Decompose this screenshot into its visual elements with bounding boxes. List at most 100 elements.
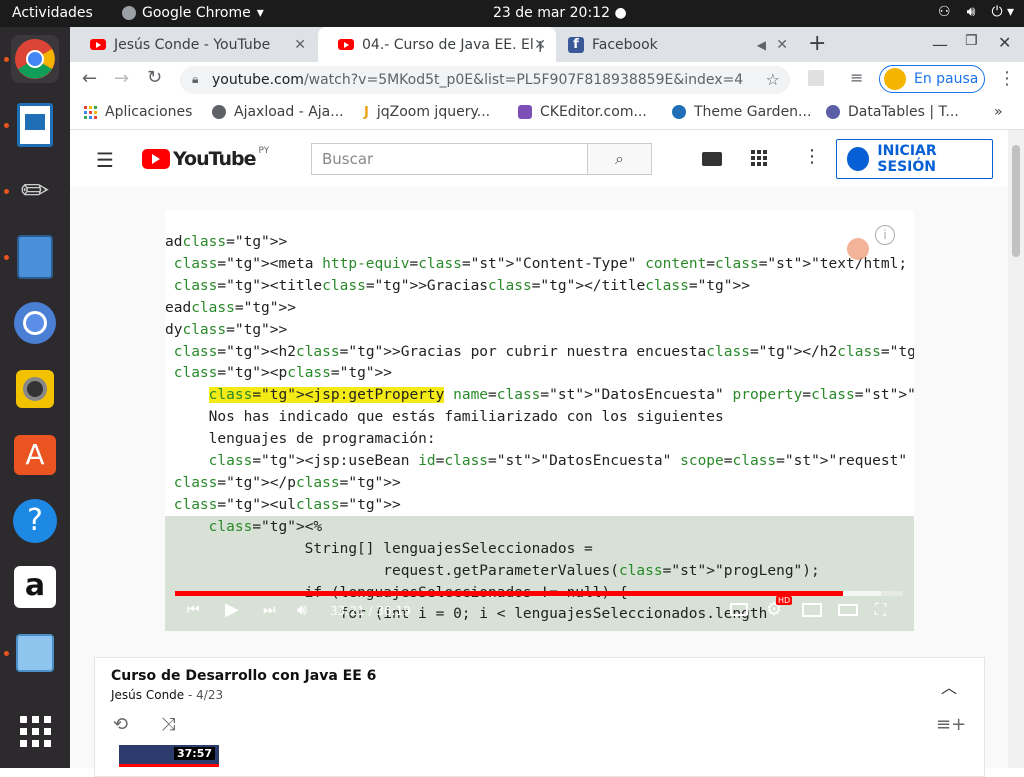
dock-virtualbox-icon[interactable] bbox=[11, 629, 59, 677]
code-line: class="tg"><ulclass="tg">> bbox=[173, 496, 401, 513]
tab-title: Facebook bbox=[592, 36, 658, 53]
bookmark-ajaxload[interactable]: Ajaxload - Aja... bbox=[212, 104, 344, 120]
back-icon[interactable]: ← bbox=[82, 68, 97, 89]
dock-help-icon[interactable]: ? bbox=[11, 497, 59, 545]
fullscreen-icon[interactable]: ⛶ bbox=[875, 600, 886, 620]
playlist-meta: Jesús Conde - 4/23 bbox=[111, 688, 224, 702]
network-icon: ⚇ bbox=[938, 4, 951, 20]
scrollbar-thumb[interactable] bbox=[1012, 145, 1020, 257]
previous-icon[interactable]: ⏮ bbox=[187, 602, 200, 618]
code-line: class="tg"><pclass="tg">> bbox=[173, 365, 392, 382]
bookmark-jqzoom[interactable]: JjqZoom jquery... bbox=[364, 104, 490, 120]
code-line: class="tg"><jsp:useBean id=class="st">"D… bbox=[208, 453, 914, 470]
code-line: class="tg"><titleclass="tg">>Graciasclas… bbox=[173, 277, 750, 294]
close-tab-icon[interactable]: ✕ bbox=[294, 37, 306, 53]
chrome-menu-icon[interactable]: ⋮ bbox=[998, 68, 1016, 89]
bookmark-datatables[interactable]: DataTables | T... bbox=[826, 104, 959, 120]
search-icon: ⌕ bbox=[615, 149, 624, 168]
hd-badge: HD bbox=[776, 596, 793, 605]
profile-button[interactable]: En pausa bbox=[879, 65, 985, 93]
dock-writer-icon[interactable] bbox=[11, 101, 59, 149]
tab-facebook[interactable]: f Facebook ◀︎ ✕ bbox=[558, 27, 798, 62]
create-video-icon[interactable] bbox=[702, 152, 722, 166]
play-icon[interactable]: ▶ bbox=[225, 599, 239, 620]
video-player[interactable]: adclass="tg">> class="tg"><meta http-equ… bbox=[165, 210, 914, 631]
page-scrollbar[interactable] bbox=[1008, 130, 1024, 768]
restore-icon[interactable]: ❐ bbox=[965, 33, 978, 49]
dock-files-icon[interactable] bbox=[11, 233, 59, 281]
tab-title: 04.- Curso de Java EE. El p bbox=[362, 36, 542, 53]
system-tray[interactable]: ⚇ 🔊︎ ⏻ ▾ bbox=[938, 4, 1014, 20]
url-host: youtube.com bbox=[212, 72, 304, 88]
tab-jesus-conde[interactable]: Jesús Conde - YouTube ✕ bbox=[70, 27, 316, 62]
code-line: String[] lenguajesSeleccionados = bbox=[165, 540, 593, 557]
youtube-favicon-icon bbox=[338, 39, 354, 50]
playlist-owner[interactable]: Jesús Conde bbox=[111, 688, 184, 702]
shuffle-icon[interactable]: ⤨ bbox=[161, 714, 175, 735]
globe-icon bbox=[212, 105, 226, 119]
playlist-position: 4/23 bbox=[196, 688, 224, 702]
close-tab-icon[interactable]: ✕ bbox=[534, 37, 546, 53]
signin-button[interactable]: INICIAR SESIÓN bbox=[836, 139, 993, 179]
activities-button[interactable]: Actividades bbox=[12, 5, 93, 21]
code-line: class="tg"><meta http-equiv=class="st">"… bbox=[173, 255, 914, 272]
bookmark-apps[interactable]: Aplicaciones bbox=[84, 104, 192, 120]
loop-icon[interactable]: ⟲ bbox=[113, 714, 128, 735]
dock-rhythmbox-icon[interactable] bbox=[11, 365, 59, 413]
settings-more-icon[interactable]: ⋮ bbox=[803, 146, 821, 167]
toolbar: ← → ↻ 🔒︎ youtube.com/watch?v=5MKod5t_p0E… bbox=[70, 62, 1024, 97]
app-menu[interactable]: Google Chrome ▾ bbox=[122, 5, 264, 21]
code-line: Nos has indicado que estás familiarizado… bbox=[165, 409, 724, 426]
collapse-chevron-icon[interactable]: ︿ bbox=[941, 674, 957, 698]
youtube-logo[interactable]: YouTube PY bbox=[142, 146, 269, 170]
close-tab-icon[interactable]: ✕ bbox=[776, 37, 788, 53]
apps-grid-icon[interactable] bbox=[751, 150, 767, 166]
subtitles-icon[interactable] bbox=[730, 603, 748, 616]
code-line: request.getParameterValues(class="st">"p… bbox=[165, 562, 820, 579]
hamburger-menu-icon[interactable]: ☰ bbox=[96, 148, 114, 172]
chrome-icon bbox=[122, 6, 136, 20]
new-tab-button[interactable]: + bbox=[808, 31, 826, 56]
user-circle-icon bbox=[847, 147, 870, 171]
tab-strip: Jesús Conde - YouTube ✕ 04.- Curso de Ja… bbox=[70, 27, 1024, 62]
save-playlist-icon[interactable]: ≡+ bbox=[936, 714, 966, 735]
code-line: class="tg"><jsp:getProperty name=class="… bbox=[208, 387, 914, 404]
close-window-icon[interactable]: ✕ bbox=[998, 33, 1011, 52]
address-bar[interactable]: 🔒︎ youtube.com/watch?v=5MKod5t_p0E&list=… bbox=[180, 66, 790, 94]
code-line: class="tg"><% bbox=[208, 518, 323, 535]
playlist-title[interactable]: Curso de Desarrollo con Java EE 6 bbox=[111, 668, 376, 684]
power-icon: ⏻ ▾ bbox=[991, 4, 1014, 20]
dock-software-icon[interactable]: A bbox=[11, 431, 59, 479]
tab-curso-java[interactable]: 04.- Curso de Java EE. El p ✕ bbox=[318, 27, 556, 62]
next-icon[interactable]: ⏭ bbox=[263, 602, 276, 618]
dock-chrome-icon[interactable] bbox=[11, 35, 59, 83]
theater-mode-icon[interactable] bbox=[838, 604, 858, 616]
search-input[interactable]: Buscar bbox=[311, 143, 588, 175]
code-line: eadclass="tg">> bbox=[165, 299, 296, 316]
bookmark-star-icon[interactable]: ☆ bbox=[766, 70, 780, 89]
extension-icon[interactable] bbox=[808, 70, 824, 86]
bookmark-ckeditor[interactable]: CKEditor.com... bbox=[518, 104, 647, 120]
media-queue-icon[interactable]: ≡ bbox=[850, 68, 863, 87]
reload-icon[interactable]: ↻ bbox=[147, 67, 162, 88]
tab-title: Jesús Conde - YouTube bbox=[114, 36, 271, 53]
minimize-icon[interactable]: — bbox=[932, 35, 948, 54]
channel-watermark-icon bbox=[847, 238, 869, 260]
youtube-header: ☰ YouTube PY Buscar ⌕ ⋮ INICIAR SESIÓN bbox=[70, 130, 1008, 186]
dock-amazon-icon[interactable]: a bbox=[11, 563, 59, 611]
clock[interactable]: 23 de mar 20:12 ● bbox=[493, 5, 627, 21]
dock-drawing-icon[interactable]: ✏︎ bbox=[11, 167, 59, 215]
video-thumbnail[interactable]: 37:57 bbox=[119, 745, 219, 767]
dock: ✏︎ A ? a bbox=[0, 27, 70, 768]
forward-icon[interactable]: → bbox=[114, 68, 129, 89]
code-line: adclass="tg">> bbox=[165, 234, 288, 250]
info-icon[interactable]: i bbox=[875, 225, 895, 245]
miniplayer-icon[interactable] bbox=[802, 603, 822, 617]
volume-icon[interactable]: 🔊︎ bbox=[297, 600, 307, 620]
bookmark-theme-garden[interactable]: Theme Garden... bbox=[672, 104, 811, 120]
dock-chromium-icon[interactable] bbox=[11, 299, 59, 347]
mute-icon[interactable]: ◀︎ bbox=[757, 38, 766, 52]
search-button[interactable]: ⌕ bbox=[587, 143, 652, 175]
more-bookmarks-icon[interactable]: » bbox=[994, 104, 1003, 120]
show-applications-icon[interactable] bbox=[11, 707, 59, 755]
